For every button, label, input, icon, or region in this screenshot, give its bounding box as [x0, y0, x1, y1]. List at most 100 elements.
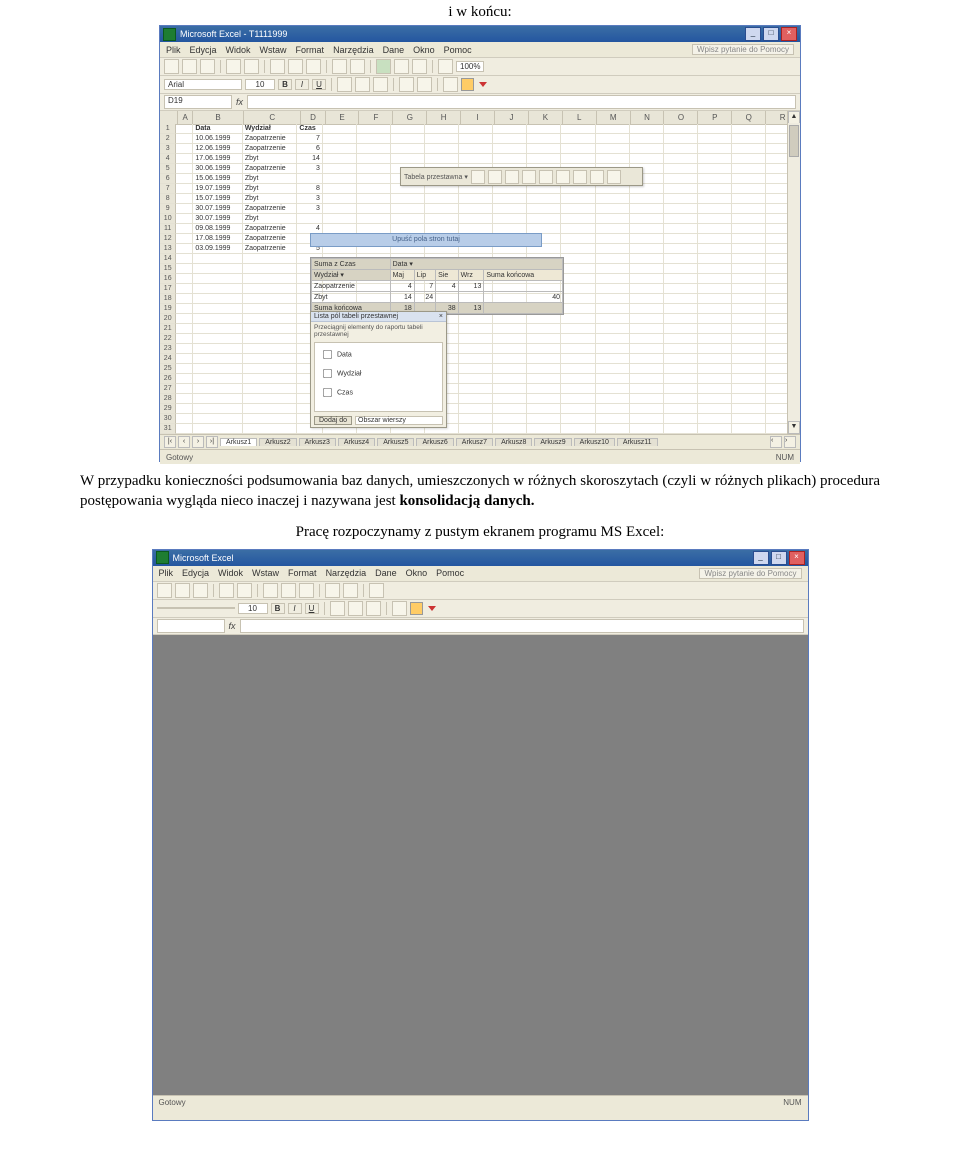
sheet-tab[interactable]: Arkusz6 — [416, 438, 453, 446]
fill-color-icon[interactable] — [410, 602, 423, 615]
sheet-tab[interactable]: Arkusz9 — [534, 438, 571, 446]
print-icon[interactable] — [226, 59, 241, 74]
cut-icon[interactable] — [263, 583, 278, 598]
menu-view[interactable]: Widok — [226, 45, 251, 55]
align-right-icon[interactable] — [373, 77, 388, 92]
save-icon[interactable] — [200, 59, 215, 74]
column-headers[interactable]: A B C D E F G H I J K L M N O P Q R — [160, 111, 800, 125]
pivot-row-field[interactable]: Wydział ▾ — [312, 270, 391, 281]
sheet-tab[interactable]: Arkusz10 — [574, 438, 615, 446]
menu-format[interactable]: Format — [288, 568, 317, 578]
titlebar[interactable]: Microsoft Excel _ □ × — [153, 550, 808, 566]
new-icon[interactable] — [157, 583, 172, 598]
fieldlist-body[interactable]: Data Wydział Czas — [314, 342, 443, 412]
col-Q[interactable]: Q — [732, 111, 766, 124]
help-search[interactable]: Wpisz pytanie do Pomocy — [692, 44, 794, 55]
formula-bar[interactable] — [247, 95, 796, 109]
select-all-corner[interactable] — [160, 111, 178, 124]
menu-window[interactable]: Okno — [413, 45, 435, 55]
paste-icon[interactable] — [306, 59, 321, 74]
preview-icon[interactable] — [244, 59, 259, 74]
formula-bar[interactable] — [240, 619, 804, 633]
fx-icon[interactable]: fx — [229, 621, 236, 631]
field-checkbox[interactable] — [323, 388, 332, 397]
menu-data[interactable]: Dane — [383, 45, 405, 55]
col-E[interactable]: E — [326, 111, 360, 124]
menu-file[interactable]: Plik — [159, 568, 174, 578]
col-H[interactable]: H — [427, 111, 461, 124]
close-button[interactable]: × — [789, 551, 805, 565]
minimize-button[interactable]: _ — [753, 551, 769, 565]
field-item[interactable]: Data — [317, 345, 440, 364]
font-color-icon[interactable] — [479, 82, 487, 87]
maximize-button[interactable]: □ — [763, 27, 779, 41]
field-checkbox[interactable] — [323, 350, 332, 359]
sheet-tab[interactable]: Arkusz2 — [259, 438, 296, 446]
col-M[interactable]: M — [597, 111, 631, 124]
sort-asc-icon[interactable] — [394, 59, 409, 74]
font-name-combo[interactable] — [157, 607, 235, 609]
bold-button[interactable]: B — [271, 603, 285, 614]
borders-icon[interactable] — [392, 601, 407, 616]
copy-icon[interactable] — [288, 59, 303, 74]
col-C[interactable]: C — [244, 111, 301, 124]
scroll-down-icon[interactable]: ▼ — [788, 421, 800, 434]
col-J[interactable]: J — [495, 111, 529, 124]
menu-format[interactable]: Format — [296, 45, 325, 55]
pivot-btn-2[interactable] — [488, 170, 502, 184]
chart-icon[interactable] — [369, 583, 384, 598]
worksheet-area[interactable]: A B C D E F G H I J K L M N O P Q R 1Dat… — [160, 111, 800, 434]
percent-icon[interactable] — [417, 77, 432, 92]
zoom-combo[interactable]: 100% — [456, 61, 484, 72]
pivot-toolbar-label[interactable]: Tabela przestawna ▾ — [404, 173, 468, 181]
cut-icon[interactable] — [270, 59, 285, 74]
pivot-col-field[interactable]: Data ▾ — [390, 259, 562, 270]
paste-icon[interactable] — [299, 583, 314, 598]
format-toolbar[interactable]: Arial 10 B I U — [160, 76, 800, 94]
bold-button[interactable]: B — [278, 79, 292, 90]
minimize-button[interactable]: _ — [745, 27, 761, 41]
col-F[interactable]: F — [359, 111, 393, 124]
menu-file[interactable]: Plik — [166, 45, 181, 55]
save-icon[interactable] — [193, 583, 208, 598]
preview-icon[interactable] — [237, 583, 252, 598]
align-center-icon[interactable] — [348, 601, 363, 616]
close-button[interactable]: × — [781, 27, 797, 41]
pivot-btn-8[interactable] — [590, 170, 604, 184]
menubar[interactable]: Plik Edycja Widok Wstaw Format Narzędzia… — [160, 42, 800, 58]
field-item[interactable]: Czas — [317, 383, 440, 402]
menu-view[interactable]: Widok — [218, 568, 243, 578]
fieldlist-add-button[interactable]: Dodaj do — [314, 416, 352, 425]
tab-nav-last-icon[interactable]: ›| — [206, 436, 218, 448]
col-L[interactable]: L — [563, 111, 597, 124]
name-box[interactable] — [157, 619, 225, 633]
open-icon[interactable] — [182, 59, 197, 74]
menu-insert[interactable]: Wstaw — [260, 45, 287, 55]
align-left-icon[interactable] — [337, 77, 352, 92]
help-search[interactable]: Wpisz pytanie do Pomocy — [699, 568, 801, 579]
name-box[interactable]: D19 — [164, 95, 232, 109]
font-size-combo[interactable]: 10 — [245, 79, 275, 90]
vertical-scrollbar[interactable]: ▲ ▼ — [787, 111, 800, 434]
pivot-result-table[interactable]: Suma z Czas Data ▾ Wydział ▾ Maj Lip Sie… — [310, 257, 564, 315]
fieldlist-close-icon[interactable]: × — [439, 313, 443, 320]
pivot-btn-5[interactable] — [539, 170, 553, 184]
italic-button[interactable]: I — [295, 79, 309, 90]
col-K[interactable]: K — [529, 111, 563, 124]
standard-toolbar[interactable]: 100% — [160, 58, 800, 76]
pivot-btn-6[interactable] — [556, 170, 570, 184]
font-color-icon[interactable] — [428, 606, 436, 611]
font-name-combo[interactable]: Arial — [164, 79, 242, 90]
autosum-icon[interactable] — [376, 59, 391, 74]
sheet-tab[interactable]: Arkusz4 — [338, 438, 375, 446]
pivot-page-drop[interactable]: Upuść pola stron tutaj — [310, 233, 542, 247]
menu-help[interactable]: Pomoc — [436, 568, 464, 578]
redo-icon[interactable] — [350, 59, 365, 74]
tab-nav-prev-icon[interactable]: ‹ — [178, 436, 190, 448]
fieldlist-area-combo[interactable]: Obszar wierszy — [355, 416, 443, 425]
col-O[interactable]: O — [664, 111, 698, 124]
tab-nav-first-icon[interactable]: |‹ — [164, 436, 176, 448]
field-item[interactable]: Wydział — [317, 364, 440, 383]
menu-insert[interactable]: Wstaw — [252, 568, 279, 578]
font-size-combo[interactable]: 10 — [238, 603, 268, 614]
